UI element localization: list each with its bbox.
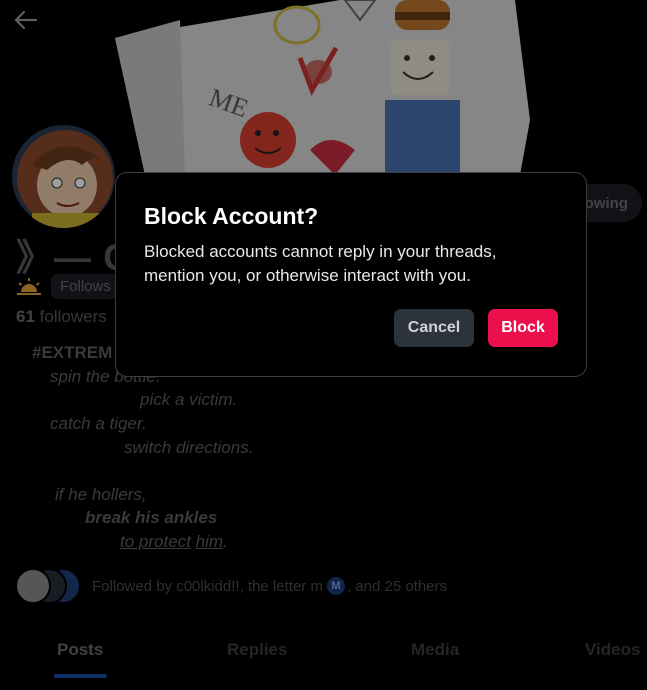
- dialog-actions: Cancel Block: [394, 309, 558, 347]
- block-button[interactable]: Block: [488, 309, 558, 347]
- cancel-button[interactable]: Cancel: [394, 309, 474, 347]
- dialog-title: Block Account?: [144, 203, 319, 229]
- block-account-dialog: Block Account? Blocked accounts cannot r…: [115, 172, 587, 377]
- dialog-message: Blocked accounts cannot reply in your th…: [144, 242, 497, 285]
